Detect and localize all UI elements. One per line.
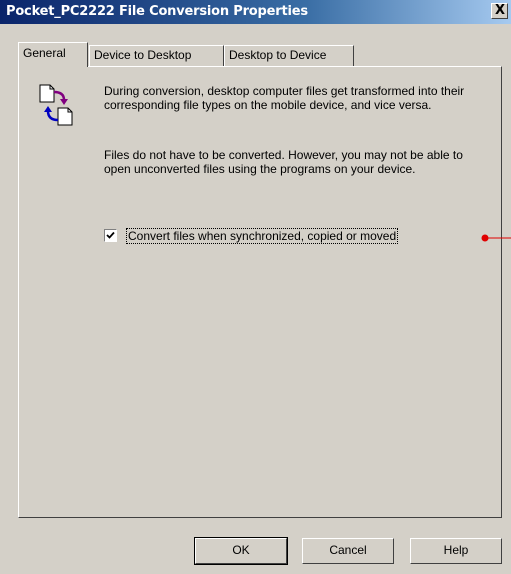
title-bar[interactable]: Pocket_PC2222 File Conversion Properties… bbox=[0, 0, 511, 24]
checkmark-icon bbox=[106, 231, 115, 239]
cancel-button[interactable]: Cancel bbox=[302, 538, 394, 564]
conversion-description: During conversion, desktop computer file… bbox=[104, 84, 465, 112]
convert-files-label[interactable]: Convert files when synchronized, copied … bbox=[126, 228, 399, 244]
tab-desktop-to-device[interactable]: Desktop to Device bbox=[224, 45, 354, 66]
annotation-marker-icon bbox=[481, 234, 511, 242]
window-title: Pocket_PC2222 File Conversion Properties bbox=[6, 4, 308, 19]
unconverted-warning: Files do not have to be converted. Howev… bbox=[104, 148, 463, 176]
properties-dialog: Pocket_PC2222 File Conversion Properties… bbox=[0, 0, 511, 574]
ok-button[interactable]: OK bbox=[194, 537, 288, 565]
tab-panel-general bbox=[18, 66, 502, 518]
help-button[interactable]: Help bbox=[410, 538, 502, 564]
tab-general[interactable]: General bbox=[18, 42, 88, 67]
convert-files-checkbox[interactable] bbox=[104, 229, 117, 242]
close-icon: X bbox=[495, 3, 506, 18]
close-button[interactable]: X bbox=[491, 3, 508, 19]
file-conversion-icon bbox=[39, 84, 73, 126]
tab-device-to-desktop[interactable]: Device to Desktop bbox=[89, 45, 224, 66]
